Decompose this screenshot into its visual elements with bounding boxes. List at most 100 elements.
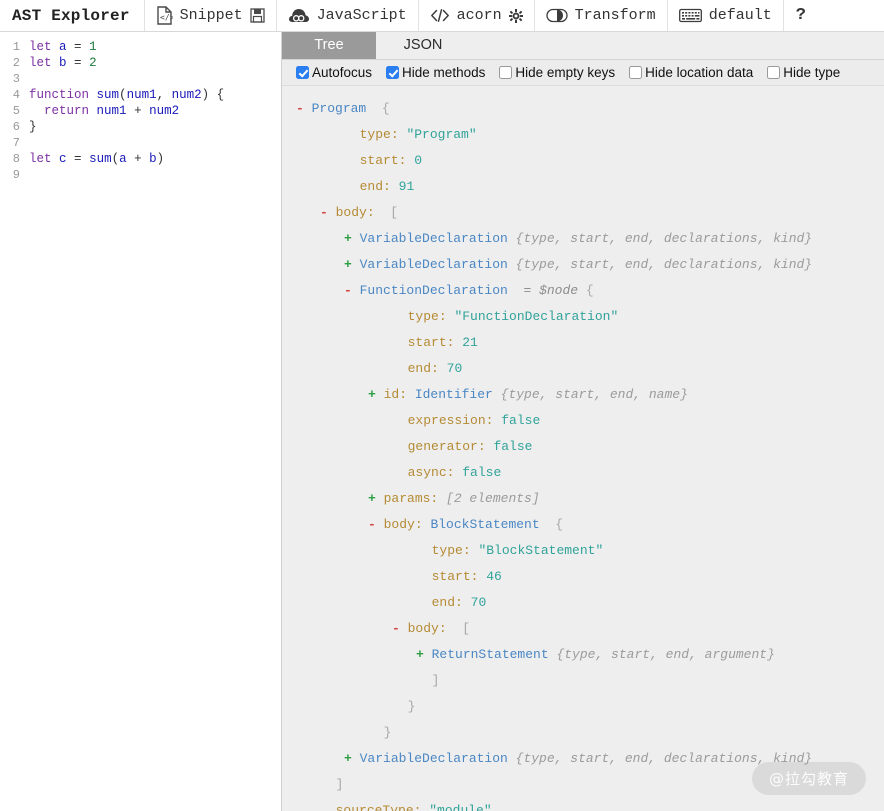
- ast-tree-row[interactable]: generator: false: [282, 434, 884, 460]
- option-hide-type[interactable]: Hide type: [767, 65, 840, 80]
- ast-token-nodename: Program: [311, 101, 367, 116]
- code-line: 6}: [0, 119, 281, 135]
- ast-tree-row[interactable]: }: [282, 694, 884, 720]
- toolbar-keymap-label: default: [708, 7, 772, 24]
- option-hide-empty-keys[interactable]: Hide empty keys: [499, 65, 615, 80]
- ast-token-meta: {type, start, end, argument}: [556, 647, 775, 662]
- ast-tree-row[interactable]: + params: [2 elements]: [282, 486, 884, 512]
- code-brackets-icon: [430, 8, 450, 23]
- ast-tree-row[interactable]: start: 0: [282, 148, 884, 174]
- ast-tree-row[interactable]: - body: BlockStatement {: [282, 512, 884, 538]
- toolbar-keymap-group[interactable]: default: [668, 0, 784, 31]
- ast-token-str: "BlockStatement": [478, 543, 604, 558]
- ast-token-str: "FunctionDeclaration": [454, 309, 619, 324]
- ast-token-bool: false: [462, 465, 502, 480]
- checkbox-hide-location-data[interactable]: [629, 66, 643, 79]
- checkbox-hide-type[interactable]: [767, 66, 781, 79]
- expand-toggle-icon[interactable]: +: [368, 387, 384, 402]
- help-button[interactable]: ?: [784, 0, 818, 31]
- expand-toggle-icon[interactable]: +: [368, 491, 384, 506]
- toggle-spacer: [392, 309, 408, 324]
- toolbar-parser-group[interactable]: acorn: [419, 0, 535, 31]
- ast-token-punc: [: [374, 205, 399, 220]
- ast-tree-row[interactable]: ]: [282, 668, 884, 694]
- ast-tree-row[interactable]: async: false: [282, 460, 884, 486]
- ast-tree-row[interactable]: + VariableDeclaration {type, start, end,…: [282, 226, 884, 252]
- option-label-hide-empty-keys: Hide empty keys: [515, 65, 616, 80]
- toggle-spacer: [344, 179, 360, 194]
- tab-tree[interactable]: Tree: [282, 32, 376, 59]
- ast-tree-row[interactable]: sourceType: "module": [282, 798, 884, 811]
- ast-tree-row[interactable]: }: [282, 720, 884, 746]
- ast-tree-row[interactable]: - body: [: [282, 616, 884, 642]
- checkbox-hide-methods[interactable]: [386, 66, 400, 79]
- ast-tree-row[interactable]: + VariableDeclaration {type, start, end,…: [282, 252, 884, 278]
- code-text: let a = 1: [29, 40, 97, 54]
- keyboard-icon: [678, 8, 702, 23]
- ast-tree[interactable]: - Program { type: "Program" start: 0 end…: [282, 86, 884, 811]
- toggle-icon: [546, 8, 568, 23]
- collapse-toggle-icon[interactable]: -: [296, 101, 312, 116]
- toggle-spacer: [392, 361, 408, 376]
- file-code-icon: </>: [156, 6, 173, 25]
- ast-tree-row[interactable]: + id: Identifier {type, start, end, name…: [282, 382, 884, 408]
- option-hide-location-data[interactable]: Hide location data: [629, 65, 753, 80]
- ast-tree-row[interactable]: expression: false: [282, 408, 884, 434]
- toolbar-transform-group[interactable]: Transform: [535, 0, 668, 31]
- ast-token-punc: [439, 361, 447, 376]
- ast-tree-row[interactable]: - FunctionDeclaration = $node {: [282, 278, 884, 304]
- expand-toggle-icon[interactable]: +: [344, 257, 360, 272]
- ast-token-key: body:: [407, 621, 447, 636]
- ast-tree-row[interactable]: type: "FunctionDeclaration": [282, 304, 884, 330]
- ast-token-meta: {type, start, end, declarations, kind}: [515, 231, 813, 246]
- collapse-toggle-icon[interactable]: -: [320, 205, 336, 220]
- ast-token-nodename: FunctionDeclaration: [359, 283, 508, 298]
- expand-toggle-icon[interactable]: +: [416, 647, 432, 662]
- toolbar-snippet-group[interactable]: </> Snippet: [145, 0, 277, 31]
- line-number: 5: [12, 104, 20, 118]
- ast-token-key: type:: [431, 543, 471, 558]
- save-icon[interactable]: [249, 8, 265, 23]
- ast-tree-row[interactable]: end: 91: [282, 174, 884, 200]
- ast-tree-row[interactable]: - Program {: [282, 96, 884, 122]
- checkbox-hide-empty-keys[interactable]: [499, 66, 513, 79]
- ast-tree-row[interactable]: type: "BlockStatement": [282, 538, 884, 564]
- toggle-spacer: [392, 413, 408, 428]
- ast-token-key: async:: [407, 465, 455, 480]
- line-number: 7: [12, 136, 20, 150]
- ast-token-str: "Program": [406, 127, 477, 142]
- ast-token-key: end:: [431, 595, 463, 610]
- ast-token-nodevar: = $node: [523, 283, 579, 298]
- collapse-toggle-icon[interactable]: -: [392, 621, 408, 636]
- toolbar-parser-label: acorn: [456, 7, 502, 24]
- option-label-autofocus: Autofocus: [312, 65, 373, 80]
- code-editor[interactable]: 1 let a = 1 2 let b = 2 3 4 function sum(num1,…: [0, 32, 282, 811]
- ast-token-punc: [508, 231, 516, 246]
- toggle-spacer: [320, 777, 336, 792]
- toolbar-language-group[interactable]: JavaScript: [277, 0, 419, 31]
- collapse-toggle-icon[interactable]: -: [368, 517, 384, 532]
- expand-toggle-icon[interactable]: +: [344, 751, 360, 766]
- ast-token-key: id:: [383, 387, 408, 402]
- ast-token-bool: false: [493, 439, 533, 454]
- babel-cloud-icon: [288, 7, 310, 24]
- code-line: 3: [0, 71, 281, 87]
- ast-token-punc: }: [407, 699, 416, 714]
- checkbox-autofocus[interactable]: [296, 66, 309, 79]
- ast-tree-row[interactable]: start: 21: [282, 330, 884, 356]
- gear-icon[interactable]: [508, 8, 523, 23]
- ast-token-punc: [508, 283, 524, 298]
- option-hide-methods[interactable]: Hide methods: [386, 65, 485, 80]
- code-text: }: [29, 120, 37, 134]
- ast-token-punc: {: [578, 283, 594, 298]
- expand-toggle-icon[interactable]: +: [344, 231, 360, 246]
- ast-tree-row[interactable]: - body: [: [282, 200, 884, 226]
- option-autofocus[interactable]: Autofocus: [296, 65, 372, 80]
- ast-tree-row[interactable]: type: "Program": [282, 122, 884, 148]
- ast-tree-row[interactable]: end: 70: [282, 356, 884, 382]
- ast-tree-row[interactable]: + ReturnStatement {type, start, end, arg…: [282, 642, 884, 668]
- tab-json[interactable]: JSON: [376, 32, 470, 59]
- collapse-toggle-icon[interactable]: -: [344, 283, 360, 298]
- ast-tree-row[interactable]: start: 46: [282, 564, 884, 590]
- ast-tree-row[interactable]: end: 70: [282, 590, 884, 616]
